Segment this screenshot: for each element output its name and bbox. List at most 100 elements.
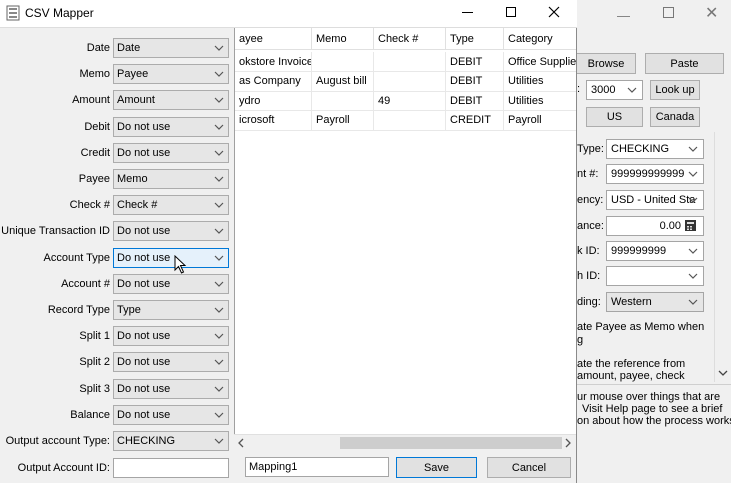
field-select-value: Do not use bbox=[117, 356, 171, 369]
field-label-check: Check # bbox=[69, 199, 110, 212]
table-cell[interactable] bbox=[374, 110, 446, 131]
chevron-down-icon bbox=[214, 281, 224, 287]
help-line3: on about how the process works bbox=[577, 415, 731, 427]
table-cell[interactable]: as Company bbox=[235, 71, 312, 92]
field-select-split-3[interactable]: Do not use bbox=[113, 378, 229, 399]
look-up-button[interactable]: Look up bbox=[650, 80, 700, 100]
chevron-down-icon bbox=[627, 87, 637, 93]
field-select-date[interactable]: Date bbox=[113, 38, 229, 58]
chevron-down-icon bbox=[214, 307, 224, 313]
bank-id-select[interactable]: 999999999 bbox=[606, 241, 704, 261]
maximize-icon[interactable] bbox=[663, 7, 674, 18]
table-cell[interactable]: DEBIT bbox=[446, 52, 504, 72]
calculator-icon[interactable] bbox=[684, 219, 697, 232]
account-type-select[interactable]: CHECKING bbox=[606, 139, 704, 159]
options-scrollbar[interactable] bbox=[714, 132, 731, 382]
table-cell[interactable]: DEBIT bbox=[446, 71, 504, 92]
table-cell[interactable] bbox=[374, 52, 446, 72]
maximize-icon[interactable] bbox=[506, 7, 516, 17]
field-select-account-type[interactable]: Do not use bbox=[113, 247, 229, 268]
field-select-check[interactable]: Check # bbox=[113, 195, 229, 216]
chevron-down-icon bbox=[214, 150, 224, 156]
field-select-debit[interactable]: Do not use bbox=[113, 116, 229, 137]
canada-button[interactable]: Canada bbox=[650, 107, 700, 127]
column-header[interactable]: Memo bbox=[312, 28, 374, 50]
field-select-value: Check # bbox=[117, 199, 158, 212]
table-cell[interactable]: Office Supplies bbox=[504, 52, 576, 72]
field-select-credit[interactable]: Do not use bbox=[113, 142, 229, 163]
save-button[interactable]: Save bbox=[396, 457, 477, 478]
chevron-down-icon bbox=[688, 171, 698, 177]
scroll-down-icon[interactable] bbox=[718, 368, 728, 378]
table-cell[interactable]: 49 bbox=[374, 91, 446, 111]
table-cell[interactable] bbox=[312, 91, 374, 111]
mapping-name-input[interactable]: Mapping1 bbox=[245, 457, 389, 477]
zip-select[interactable]: 3000 bbox=[586, 80, 643, 100]
minimize-icon[interactable] bbox=[462, 12, 473, 13]
scroll-right-icon[interactable] bbox=[564, 438, 572, 448]
field-select-value: Do not use bbox=[117, 120, 171, 133]
table-cell[interactable]: Payroll bbox=[504, 111, 576, 131]
cancel-button[interactable]: Cancel bbox=[487, 457, 571, 478]
preview-grid[interactable]: ayee Memo Check # Type Category okstore Invoi… bbox=[234, 28, 576, 434]
table-cell[interactable]: DEBIT bbox=[446, 91, 504, 111]
currency-value: USD - United Sta bbox=[611, 194, 696, 206]
output-account-id-input[interactable] bbox=[113, 458, 229, 478]
table-cell[interactable]: icrosoft bbox=[235, 110, 312, 131]
account-number-select[interactable]: 999999999999 bbox=[606, 164, 704, 184]
branch-id-label: h ID: bbox=[577, 270, 601, 282]
field-select-account[interactable]: Do not use bbox=[113, 273, 229, 294]
field-select-record-type[interactable]: Type bbox=[113, 300, 229, 320]
scrollbar-thumb[interactable] bbox=[340, 437, 562, 449]
table-cell[interactable]: CREDIT bbox=[446, 110, 504, 131]
table-cell[interactable]: August bill bbox=[312, 71, 374, 92]
column-header[interactable]: ayee bbox=[235, 28, 312, 50]
field-select-split-1[interactable]: Do not use bbox=[113, 326, 229, 347]
paste-button[interactable]: Paste bbox=[645, 53, 724, 74]
chevron-down-icon bbox=[688, 273, 698, 279]
field-label-credit: Credit bbox=[80, 146, 110, 159]
option-payee-memo-line2: g bbox=[577, 334, 584, 346]
encoding-select[interactable]: Western bbox=[606, 292, 704, 312]
grid-horizontal-scrollbar[interactable] bbox=[234, 434, 576, 450]
table-cell[interactable] bbox=[312, 52, 374, 72]
field-select-output-account-type[interactable]: CHECKING bbox=[113, 431, 229, 451]
branch-id-select[interactable] bbox=[606, 266, 704, 286]
close-icon[interactable]: ✕ bbox=[705, 3, 718, 23]
type-label: Type: bbox=[577, 143, 604, 155]
field-select-value: Do not use bbox=[117, 382, 171, 395]
field-select-value: Do not use bbox=[117, 408, 171, 421]
column-header[interactable]: Category bbox=[504, 28, 576, 50]
column-header[interactable]: Type bbox=[446, 28, 504, 50]
field-label-unique-transaction-id: Unique Transaction ID bbox=[1, 225, 110, 238]
table-cell[interactable]: ydro bbox=[235, 91, 312, 111]
chevron-down-icon bbox=[214, 438, 224, 444]
output-account-id-label: Output Account ID: bbox=[17, 462, 110, 474]
currency-label: ency: bbox=[577, 194, 604, 206]
chevron-down-icon bbox=[214, 97, 224, 104]
minimize-icon[interactable]: — bbox=[617, 8, 630, 23]
column-header[interactable]: Check # bbox=[374, 28, 446, 50]
table-cell[interactable]: Payroll bbox=[312, 110, 374, 131]
field-select-balance[interactable]: Do not use bbox=[113, 404, 229, 425]
bank-id-value: 999999999 bbox=[611, 245, 667, 257]
option-reference-line1: ate the reference from bbox=[577, 358, 686, 370]
close-icon[interactable] bbox=[548, 6, 560, 18]
option-reference-line2: amount, payee, check bbox=[577, 370, 685, 382]
bank-id-label: k ID: bbox=[577, 245, 600, 257]
field-select-split-2[interactable]: Do not use bbox=[113, 352, 229, 373]
field-select-payee[interactable]: Memo bbox=[113, 169, 229, 189]
table-cell[interactable] bbox=[374, 71, 446, 92]
us-button[interactable]: US bbox=[586, 107, 643, 127]
field-select-memo[interactable]: Payee bbox=[113, 64, 229, 85]
table-cell[interactable]: okstore Invoice bbox=[235, 52, 312, 72]
browse-button[interactable]: Browse bbox=[576, 53, 636, 74]
field-select-value: Do not use bbox=[117, 146, 171, 159]
scroll-left-icon[interactable] bbox=[237, 438, 245, 448]
field-select-unique-transaction-id[interactable]: Do not use bbox=[113, 221, 229, 242]
table-cell[interactable]: Utilities bbox=[504, 91, 576, 111]
field-label-account-type: Account Type bbox=[43, 251, 110, 264]
field-select-amount[interactable]: Amount bbox=[113, 90, 229, 111]
table-cell[interactable]: Utilities bbox=[504, 72, 576, 92]
currency-select[interactable]: USD - United Sta bbox=[606, 190, 704, 210]
